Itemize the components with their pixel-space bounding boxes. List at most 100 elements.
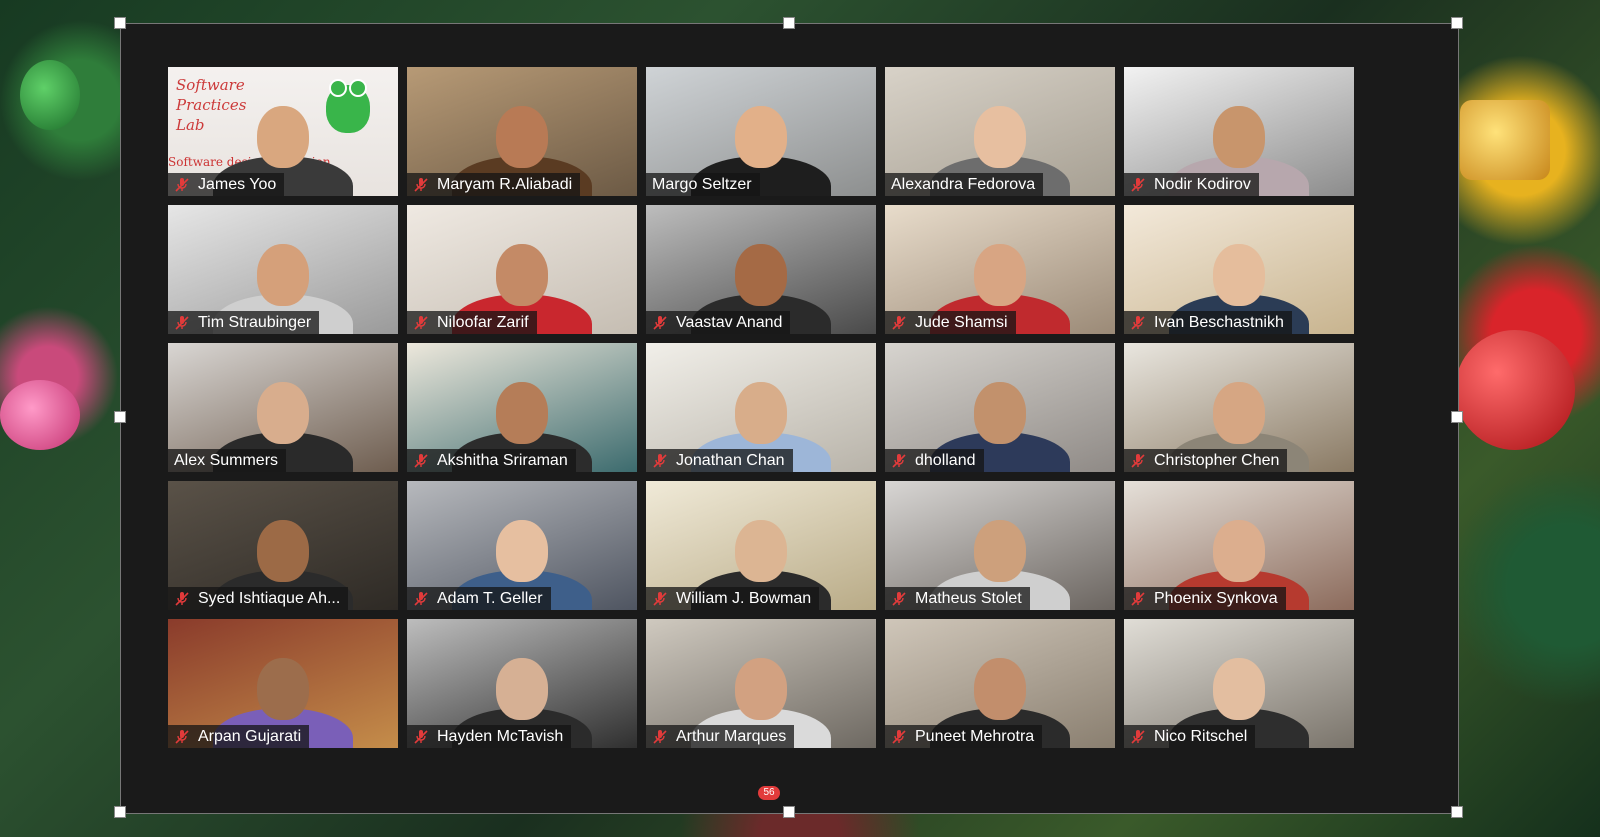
participant-name-tag: Jonathan Chan [646,449,793,472]
resize-handle-top-left[interactable] [114,17,126,29]
participant-name-tag: Arthur Marques [646,725,795,748]
participant-video-tile[interactable]: Nico Ritschel [1124,619,1354,748]
participant-video-tile[interactable]: Akshitha Sriraman [407,343,637,472]
participant-name-tag: Jude Shamsi [885,311,1016,334]
participant-name-tag: Margo Seltzer [646,173,760,196]
muted-mic-icon [413,177,429,193]
participant-video-tile[interactable]: Alex Summers [168,343,398,472]
participant-video-tile[interactable]: Tim Straubinger [168,205,398,334]
participant-name-tag: Phoenix Synkova [1124,587,1286,610]
muted-mic-icon [174,315,190,331]
participant-name: Alex Summers [174,452,279,469]
resize-handle-top-right[interactable] [1451,17,1463,29]
muted-mic-icon [652,729,668,745]
participant-name-tag: Adam T. Geller [407,587,551,610]
pink-ornament-icon [0,380,80,450]
person-head [257,243,309,306]
bell-ornament-icon [20,60,80,130]
resize-handle-bottom-left[interactable] [114,806,126,818]
participant-name: Niloofar Zarif [437,314,529,331]
resize-handle-mid-left[interactable] [114,411,126,423]
virtual-background-line: Lab [176,116,205,134]
participant-name: James Yoo [198,176,277,193]
participant-name-tag: Puneet Mehrotra [885,725,1043,748]
participant-name-tag: Hayden McTavish [407,725,572,748]
chat-count-badge[interactable]: 56 [758,786,780,800]
participant-video-tile[interactable]: Jonathan Chan [646,343,876,472]
person-head [496,519,548,582]
participant-name-tag: Nico Ritschel [1124,725,1256,748]
muted-mic-icon [891,315,907,331]
muted-mic-icon [1130,591,1146,607]
participant-name-tag: Christopher Chen [1124,449,1288,472]
participant-video-tile[interactable]: Puneet Mehrotra [885,619,1115,748]
participant-name-tag: Akshitha Sriraman [407,449,576,472]
person-head [974,243,1026,306]
participant-video-tile[interactable]: William J. Bowman [646,481,876,610]
participant-video-tile[interactable]: Phoenix Synkova [1124,481,1354,610]
participant-name: Matheus Stolet [915,590,1022,607]
participant-name: Akshitha Sriraman [437,452,568,469]
participant-name: Maryam R.Aliabadi [437,176,573,193]
participant-video-tile[interactable]: Alexandra Fedorova [885,67,1115,196]
participant-name-tag: James Yoo [168,173,285,196]
participant-name-tag: Matheus Stolet [885,587,1030,610]
participant-name: Christopher Chen [1154,452,1280,469]
resize-handle-top-center[interactable] [783,17,795,29]
muted-mic-icon [174,591,190,607]
virtual-background-line: Software [176,76,245,94]
participant-name: Alexandra Fedorova [891,176,1036,193]
person-head [496,243,548,306]
participant-video-tile[interactable]: Vaastav Anand [646,205,876,334]
participant-name: dholland [915,452,976,469]
person-head [257,381,309,444]
participant-video-tile[interactable]: SoftwarePracticesLabSoftware design is p… [168,67,398,196]
muted-mic-icon [174,729,190,745]
person-head [735,519,787,582]
participant-name-tag: Maryam R.Aliabadi [407,173,581,196]
muted-mic-icon [891,729,907,745]
virtual-background-text: Software Practices Lab [176,75,246,135]
participant-video-tile[interactable]: Jude Shamsi [885,205,1115,334]
participant-video-tile[interactable]: Ivan Beschastnikh [1124,205,1354,334]
muted-mic-icon [413,729,429,745]
participant-name: Jonathan Chan [676,452,785,469]
participant-name: Ivan Beschastnikh [1154,314,1284,331]
participant-video-tile[interactable]: Margo Seltzer [646,67,876,196]
person-head [1213,657,1265,720]
resize-handle-mid-right[interactable] [1451,411,1463,423]
person-head [1213,243,1265,306]
participant-name-tag: Alex Summers [168,449,287,472]
participant-name: William J. Bowman [676,590,812,607]
participant-name: Tim Straubinger [198,314,312,331]
participant-video-tile[interactable]: Arpan Gujarati [168,619,398,748]
person-head [1213,381,1265,444]
participant-video-tile[interactable]: Arthur Marques [646,619,876,748]
person-head [496,381,548,444]
person-head [1213,105,1265,168]
person-head [974,105,1026,168]
muted-mic-icon [891,591,907,607]
participant-video-tile[interactable]: Maryam R.Aliabadi [407,67,637,196]
frog-logo-icon [326,79,370,133]
participant-video-tile[interactable]: Hayden McTavish [407,619,637,748]
muted-mic-icon [413,453,429,469]
muted-mic-icon [413,591,429,607]
participant-video-tile[interactable]: Matheus Stolet [885,481,1115,610]
participant-video-tile[interactable]: Adam T. Geller [407,481,637,610]
muted-mic-icon [413,315,429,331]
participant-video-tile[interactable]: Nodir Kodirov [1124,67,1354,196]
muted-mic-icon [174,177,190,193]
participant-name: Puneet Mehrotra [915,728,1035,745]
participant-video-tile[interactable]: Niloofar Zarif [407,205,637,334]
participant-video-tile[interactable]: Christopher Chen [1124,343,1354,472]
participant-video-tile[interactable]: Syed Ishtiaque Ah... [168,481,398,610]
resize-handle-bottom-center[interactable] [783,806,795,818]
muted-mic-icon [652,591,668,607]
participant-name: Adam T. Geller [437,590,543,607]
resize-handle-bottom-right[interactable] [1451,806,1463,818]
participant-video-tile[interactable]: dholland [885,343,1115,472]
person-head [735,243,787,306]
muted-mic-icon [1130,315,1146,331]
participant-name-tag: Niloofar Zarif [407,311,537,334]
